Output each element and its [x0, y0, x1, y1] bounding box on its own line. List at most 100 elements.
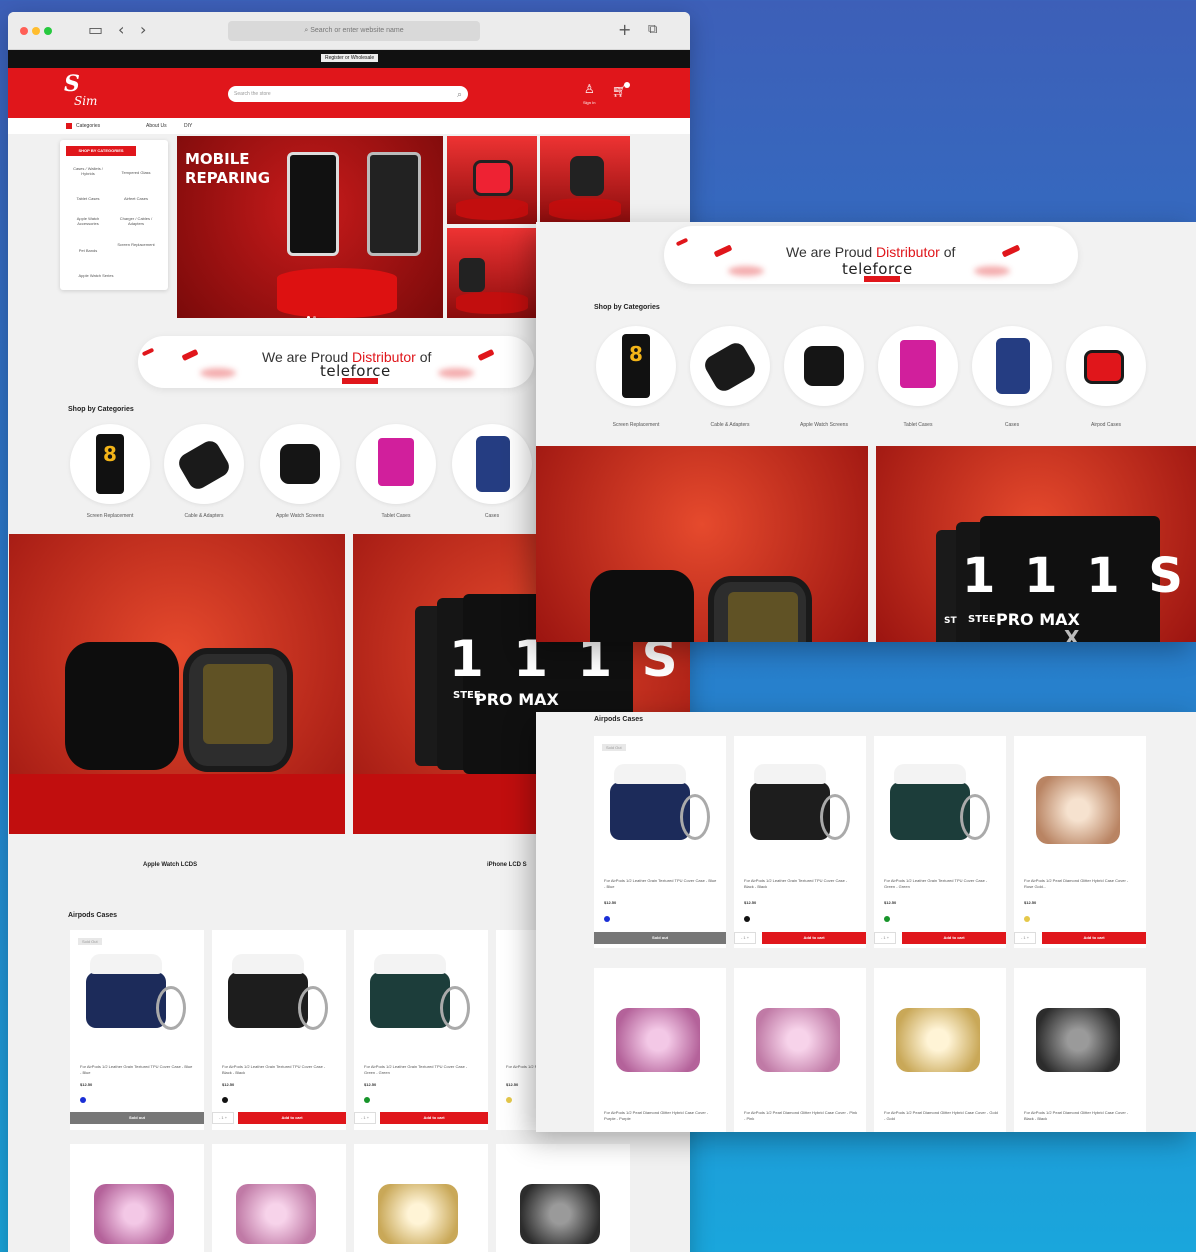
product-card[interactable]: For AirPods 1/2 Pearl Diamond Glitter Hy… [1014, 968, 1146, 1132]
product-card[interactable] [496, 1144, 630, 1252]
product-title[interactable]: For AirPods 1/2 Pearl Diamond Glitter Hy… [506, 1064, 536, 1070]
add-to-cart-button[interactable]: Add to cart [1042, 932, 1146, 944]
store-search-input[interactable]: Search the store ⌕ [228, 86, 468, 102]
address-bar[interactable]: ⌕ Search or enter website name [228, 21, 480, 41]
promo-apple-watch-lcds[interactable] [9, 534, 345, 834]
quantity-stepper[interactable]: - 1 + [1014, 932, 1036, 944]
product-card[interactable] [212, 1144, 346, 1252]
category-label[interactable]: Tablet Cases [356, 513, 436, 519]
product-card[interactable]: Sold Out For AirPods 1/2 Leather Grain T… [70, 930, 204, 1130]
category-airpod-cases[interactable] [1066, 326, 1146, 406]
color-swatch[interactable] [364, 1097, 370, 1103]
product-title[interactable]: For AirPods 1/2 Pearl Diamond Glitter Hy… [604, 1110, 718, 1122]
product-card[interactable]: Sold Out For AirPods 1/2 Leather Grain T… [594, 736, 726, 948]
category-item[interactable]: Airfeet Cases [114, 196, 158, 201]
sold-out-button[interactable]: Sold out [594, 932, 726, 944]
hero-banner[interactable]: MOBILE REPARING [177, 136, 443, 318]
color-swatch[interactable] [222, 1097, 228, 1103]
color-swatch[interactable] [884, 916, 890, 922]
promo-iphone-lcds[interactable]: 1 1 1 S S PRO MAX STEE ST X [876, 446, 1196, 642]
product-title[interactable]: For AirPods 1/2 Leather Grain Textured T… [364, 1064, 478, 1076]
category-tablet-cases[interactable] [356, 424, 436, 504]
promo-tile-charger[interactable] [447, 228, 537, 318]
category-cases[interactable] [452, 424, 532, 504]
color-swatch[interactable] [604, 916, 610, 922]
sign-in-link[interactable]: Sign In [583, 100, 595, 105]
category-label[interactable]: Apple Watch Screens [260, 513, 340, 519]
minimize-window-button[interactable] [32, 27, 40, 35]
product-title[interactable]: For AirPods 1/2 Pearl Diamond Glitter Hy… [1024, 878, 1138, 890]
iphone-lcds-label[interactable]: iPhone LCD S [487, 862, 527, 868]
category-label[interactable]: Screen Replacement [596, 422, 676, 428]
category-item[interactable]: Tempered Glass [114, 170, 158, 175]
product-title[interactable]: For AirPods 1/2 Leather Grain Textured T… [604, 878, 718, 890]
add-to-cart-button[interactable]: Add to cart [902, 932, 1006, 944]
category-screen-replacement[interactable]: 8 [70, 424, 150, 504]
nav-categories[interactable]: Categories [76, 123, 100, 129]
product-title[interactable]: For AirPods 1/2 Pearl Diamond Glitter Hy… [884, 1110, 998, 1122]
product-title[interactable]: For AirPods 1/2 Leather Grain Textured T… [744, 878, 858, 890]
product-card[interactable]: For AirPods 1/2 Pearl Diamond Glitter Hy… [874, 968, 1006, 1132]
sold-out-button[interactable]: Sold out [70, 1112, 204, 1124]
product-card[interactable]: For AirPods 1/2 Leather Grain Textured T… [734, 736, 866, 948]
category-cable-adapters[interactable] [164, 424, 244, 504]
category-label[interactable]: Airpod Cases [1066, 422, 1146, 428]
product-title[interactable]: For AirPods 1/2 Leather Grain Textured T… [80, 1064, 194, 1076]
distributor-banner[interactable]: We are Proud Distributor of teleforce [664, 226, 1078, 284]
category-apple-watch-screens[interactable] [260, 424, 340, 504]
nav-about-us[interactable]: About Us [146, 123, 167, 129]
maximize-window-button[interactable] [44, 27, 52, 35]
category-tablet-cases[interactable] [878, 326, 958, 406]
forward-arrow-icon[interactable]: › [140, 20, 146, 39]
category-item[interactable]: Screen Replacement [114, 242, 158, 247]
hero-slider-dots[interactable] [307, 306, 319, 318]
search-icon[interactable]: ⌕ [457, 86, 462, 102]
product-title[interactable]: For AirPods 1/2 Leather Grain Textured T… [884, 878, 998, 890]
product-card[interactable] [70, 1144, 204, 1252]
category-label[interactable]: Cable & Adapters [164, 513, 244, 519]
add-to-cart-button[interactable]: Add to cart [238, 1112, 346, 1124]
product-card[interactable]: For AirPods 1/2 Pearl Diamond Glitter Hy… [594, 968, 726, 1132]
category-label[interactable]: Cases [972, 422, 1052, 428]
category-item[interactable]: Apple Watch Series [66, 273, 126, 278]
category-cable-adapters[interactable] [690, 326, 770, 406]
product-card[interactable]: For AirPods 1/2 Leather Grain Textured T… [212, 930, 346, 1130]
color-swatch[interactable] [744, 916, 750, 922]
add-to-cart-button[interactable]: Add to cart [762, 932, 866, 944]
product-card[interactable] [354, 1144, 488, 1252]
apple-watch-lcds-label[interactable]: Apple Watch LCDS [143, 862, 197, 868]
category-item[interactable]: Tablet Cases [66, 196, 110, 201]
site-logo[interactable]: S Sim [64, 73, 97, 108]
distributor-banner[interactable]: We are Proud Distributor of teleforce [138, 336, 534, 388]
product-card[interactable]: For AirPods 1/2 Leather Grain Textured T… [874, 736, 1006, 948]
category-item[interactable]: Cases / Wallets / Hybrids [66, 166, 110, 176]
color-swatch[interactable] [506, 1097, 512, 1103]
promo-strip-label[interactable]: Register or Wholesale [321, 54, 379, 62]
quantity-stepper[interactable]: - 1 + [874, 932, 896, 944]
category-item[interactable]: Pet Bands [66, 248, 110, 253]
product-card[interactable]: For AirPods 1/2 Leather Grain Textured T… [354, 930, 488, 1130]
product-card[interactable]: For AirPods 1/2 Pearl Diamond Glitter Hy… [496, 930, 536, 1130]
nav-diy[interactable]: DIY [184, 123, 192, 129]
add-to-cart-button[interactable]: Add to cart [380, 1112, 488, 1124]
category-item[interactable]: Charger / Cables / Adapters [114, 216, 158, 226]
promo-apple-watch-lcds[interactable] [536, 446, 868, 642]
promo-tile-watches[interactable] [540, 136, 630, 224]
category-label[interactable]: Cable & Adapters [690, 422, 770, 428]
product-title[interactable]: For AirPods 1/2 Leather Grain Textured T… [222, 1064, 336, 1076]
category-screen-replacement[interactable]: 8 [596, 326, 676, 406]
color-swatch[interactable] [1024, 916, 1030, 922]
category-cases[interactable] [972, 326, 1052, 406]
tabs-overview-icon[interactable]: ⧉ [648, 22, 657, 37]
product-title[interactable]: For AirPods 1/2 Pearl Diamond Glitter Hy… [1024, 1110, 1138, 1122]
category-label[interactable]: Cases [452, 513, 532, 519]
sidebar-toggle-icon[interactable]: ▭ [88, 20, 103, 39]
category-label[interactable]: Apple Watch Screens [784, 422, 864, 428]
color-swatch[interactable] [80, 1097, 86, 1103]
product-card[interactable]: For AirPods 1/2 Pearl Diamond Glitter Hy… [734, 968, 866, 1132]
quantity-stepper[interactable]: - 1 + [354, 1112, 376, 1124]
close-window-button[interactable] [20, 27, 28, 35]
promo-tile-airpods[interactable] [447, 136, 537, 224]
category-apple-watch-screens[interactable] [784, 326, 864, 406]
categories-menu-icon[interactable] [66, 123, 72, 129]
